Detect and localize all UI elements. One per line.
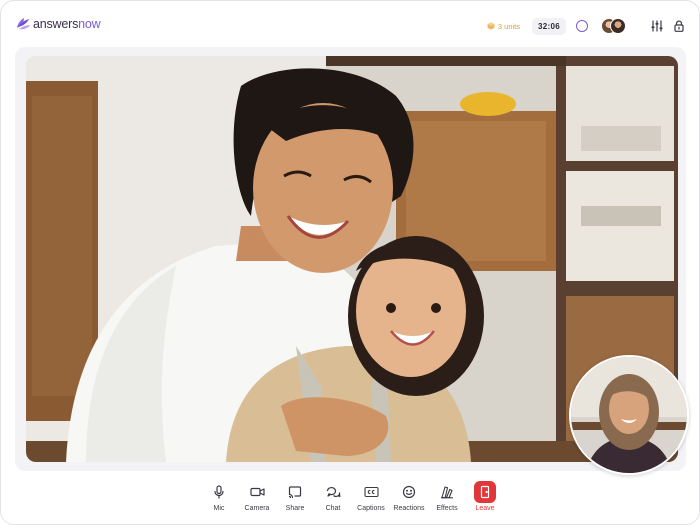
units-label: 3 units (497, 21, 521, 31)
brand-name-part2: now (78, 17, 101, 31)
mic-icon (208, 481, 230, 503)
camera-label: Camera (244, 505, 270, 512)
leave-button[interactable]: Leave (466, 481, 504, 512)
brand-name: answersnow (33, 17, 101, 31)
effects-button[interactable]: Effects (428, 481, 466, 512)
captions-button[interactable]: Captions (352, 481, 390, 512)
app-window: answersnow 3 units 32:06 Mic Camera Shar… (0, 0, 700, 525)
captions-label: Captions (357, 505, 385, 512)
top-bar: answersnow 3 units 32:06 (1, 1, 699, 49)
reactions-label: Reactions (393, 505, 425, 512)
brand-logo: answersnow (15, 16, 101, 32)
status-ring-icon[interactable] (576, 20, 588, 32)
captions-icon (360, 481, 382, 503)
chat-icon (322, 481, 344, 503)
participants-avatars[interactable] (601, 18, 627, 34)
leave-door-icon (474, 481, 496, 503)
brand-name-part1: answers (33, 17, 79, 31)
lock-icon[interactable] (673, 20, 685, 32)
share-label: Share (285, 505, 305, 512)
reactions-button[interactable]: Reactions (390, 481, 428, 512)
effects-icon (436, 481, 458, 503)
header-actions: 3 units 32:06 (487, 13, 685, 39)
units-badge: 3 units (487, 22, 520, 31)
self-view-feed[interactable] (569, 355, 689, 475)
effects-label: Effects (436, 505, 458, 512)
camera-icon (246, 481, 268, 503)
mic-label: Mic (213, 505, 225, 512)
reactions-icon (398, 481, 420, 503)
brand-leaf-icon (17, 18, 30, 30)
call-controls: Mic Camera Share Chat Captions Reactions… (200, 481, 504, 512)
share-button[interactable]: Share (276, 481, 314, 512)
chat-label: Chat (325, 505, 341, 512)
settings-sliders-icon[interactable] (651, 20, 663, 32)
cube-icon (487, 22, 495, 30)
mic-button[interactable]: Mic (200, 481, 238, 512)
chat-button[interactable]: Chat (314, 481, 352, 512)
leave-label: Leave (475, 505, 495, 512)
camera-button[interactable]: Camera (238, 481, 276, 512)
share-screen-icon (284, 481, 306, 503)
avatar (610, 18, 626, 34)
session-timer: 32:06 (532, 17, 566, 35)
